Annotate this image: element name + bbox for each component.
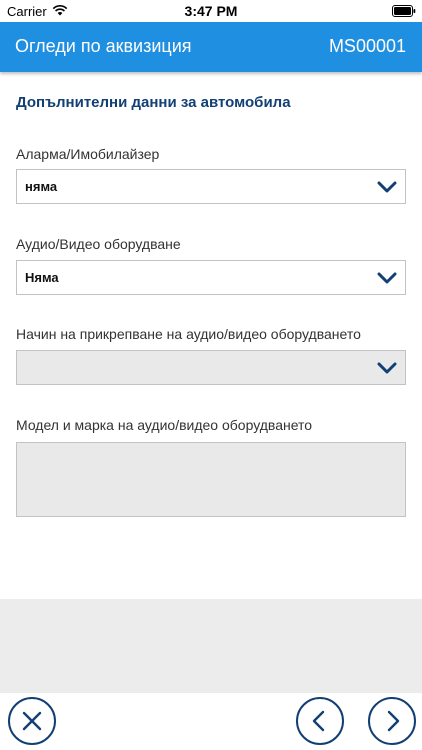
- close-button[interactable]: [8, 697, 56, 745]
- page-title: Огледи по аквизиция: [15, 36, 192, 56]
- audio-video-select[interactable]: Няма: [16, 260, 406, 295]
- alarm-label: Аларма/Имобилайзер: [16, 146, 160, 162]
- model-brand-label: Модел и марка на аудио/видео оборудванет…: [16, 417, 313, 433]
- mounting-label: Начин на прикрепване на аудио/видео обор…: [16, 326, 361, 342]
- alarm-select[interactable]: няма: [16, 169, 406, 204]
- next-button[interactable]: [368, 697, 416, 745]
- audio-video-label: Аудио/Видео оборудване: [16, 236, 181, 252]
- chevron-right-icon: [387, 710, 400, 732]
- reference-number: MS00001: [328, 36, 406, 56]
- status-time: 3:47 PM: [184, 3, 238, 19]
- battery-icon: [392, 5, 416, 17]
- close-icon: [22, 711, 42, 731]
- audio-video-select-value: Няма: [25, 270, 59, 285]
- model-brand-textarea[interactable]: [16, 442, 406, 517]
- alarm-select-value: няма: [25, 179, 58, 194]
- previous-button[interactable]: [296, 697, 344, 745]
- mounting-select[interactable]: [16, 350, 406, 385]
- chevron-down-icon: [377, 181, 397, 193]
- chevron-left-icon: [312, 710, 325, 732]
- section-title: Допълнителни данни за автомобила: [16, 94, 291, 111]
- app-header: Огледи по аквизиция MS00001: [0, 22, 422, 72]
- bottom-panel: [0, 599, 422, 693]
- status-bar: Carrier 3:47 PM: [0, 0, 422, 22]
- bottom-nav-bar: [0, 693, 422, 750]
- chevron-down-icon: [377, 272, 397, 284]
- chevron-down-icon: [377, 362, 397, 374]
